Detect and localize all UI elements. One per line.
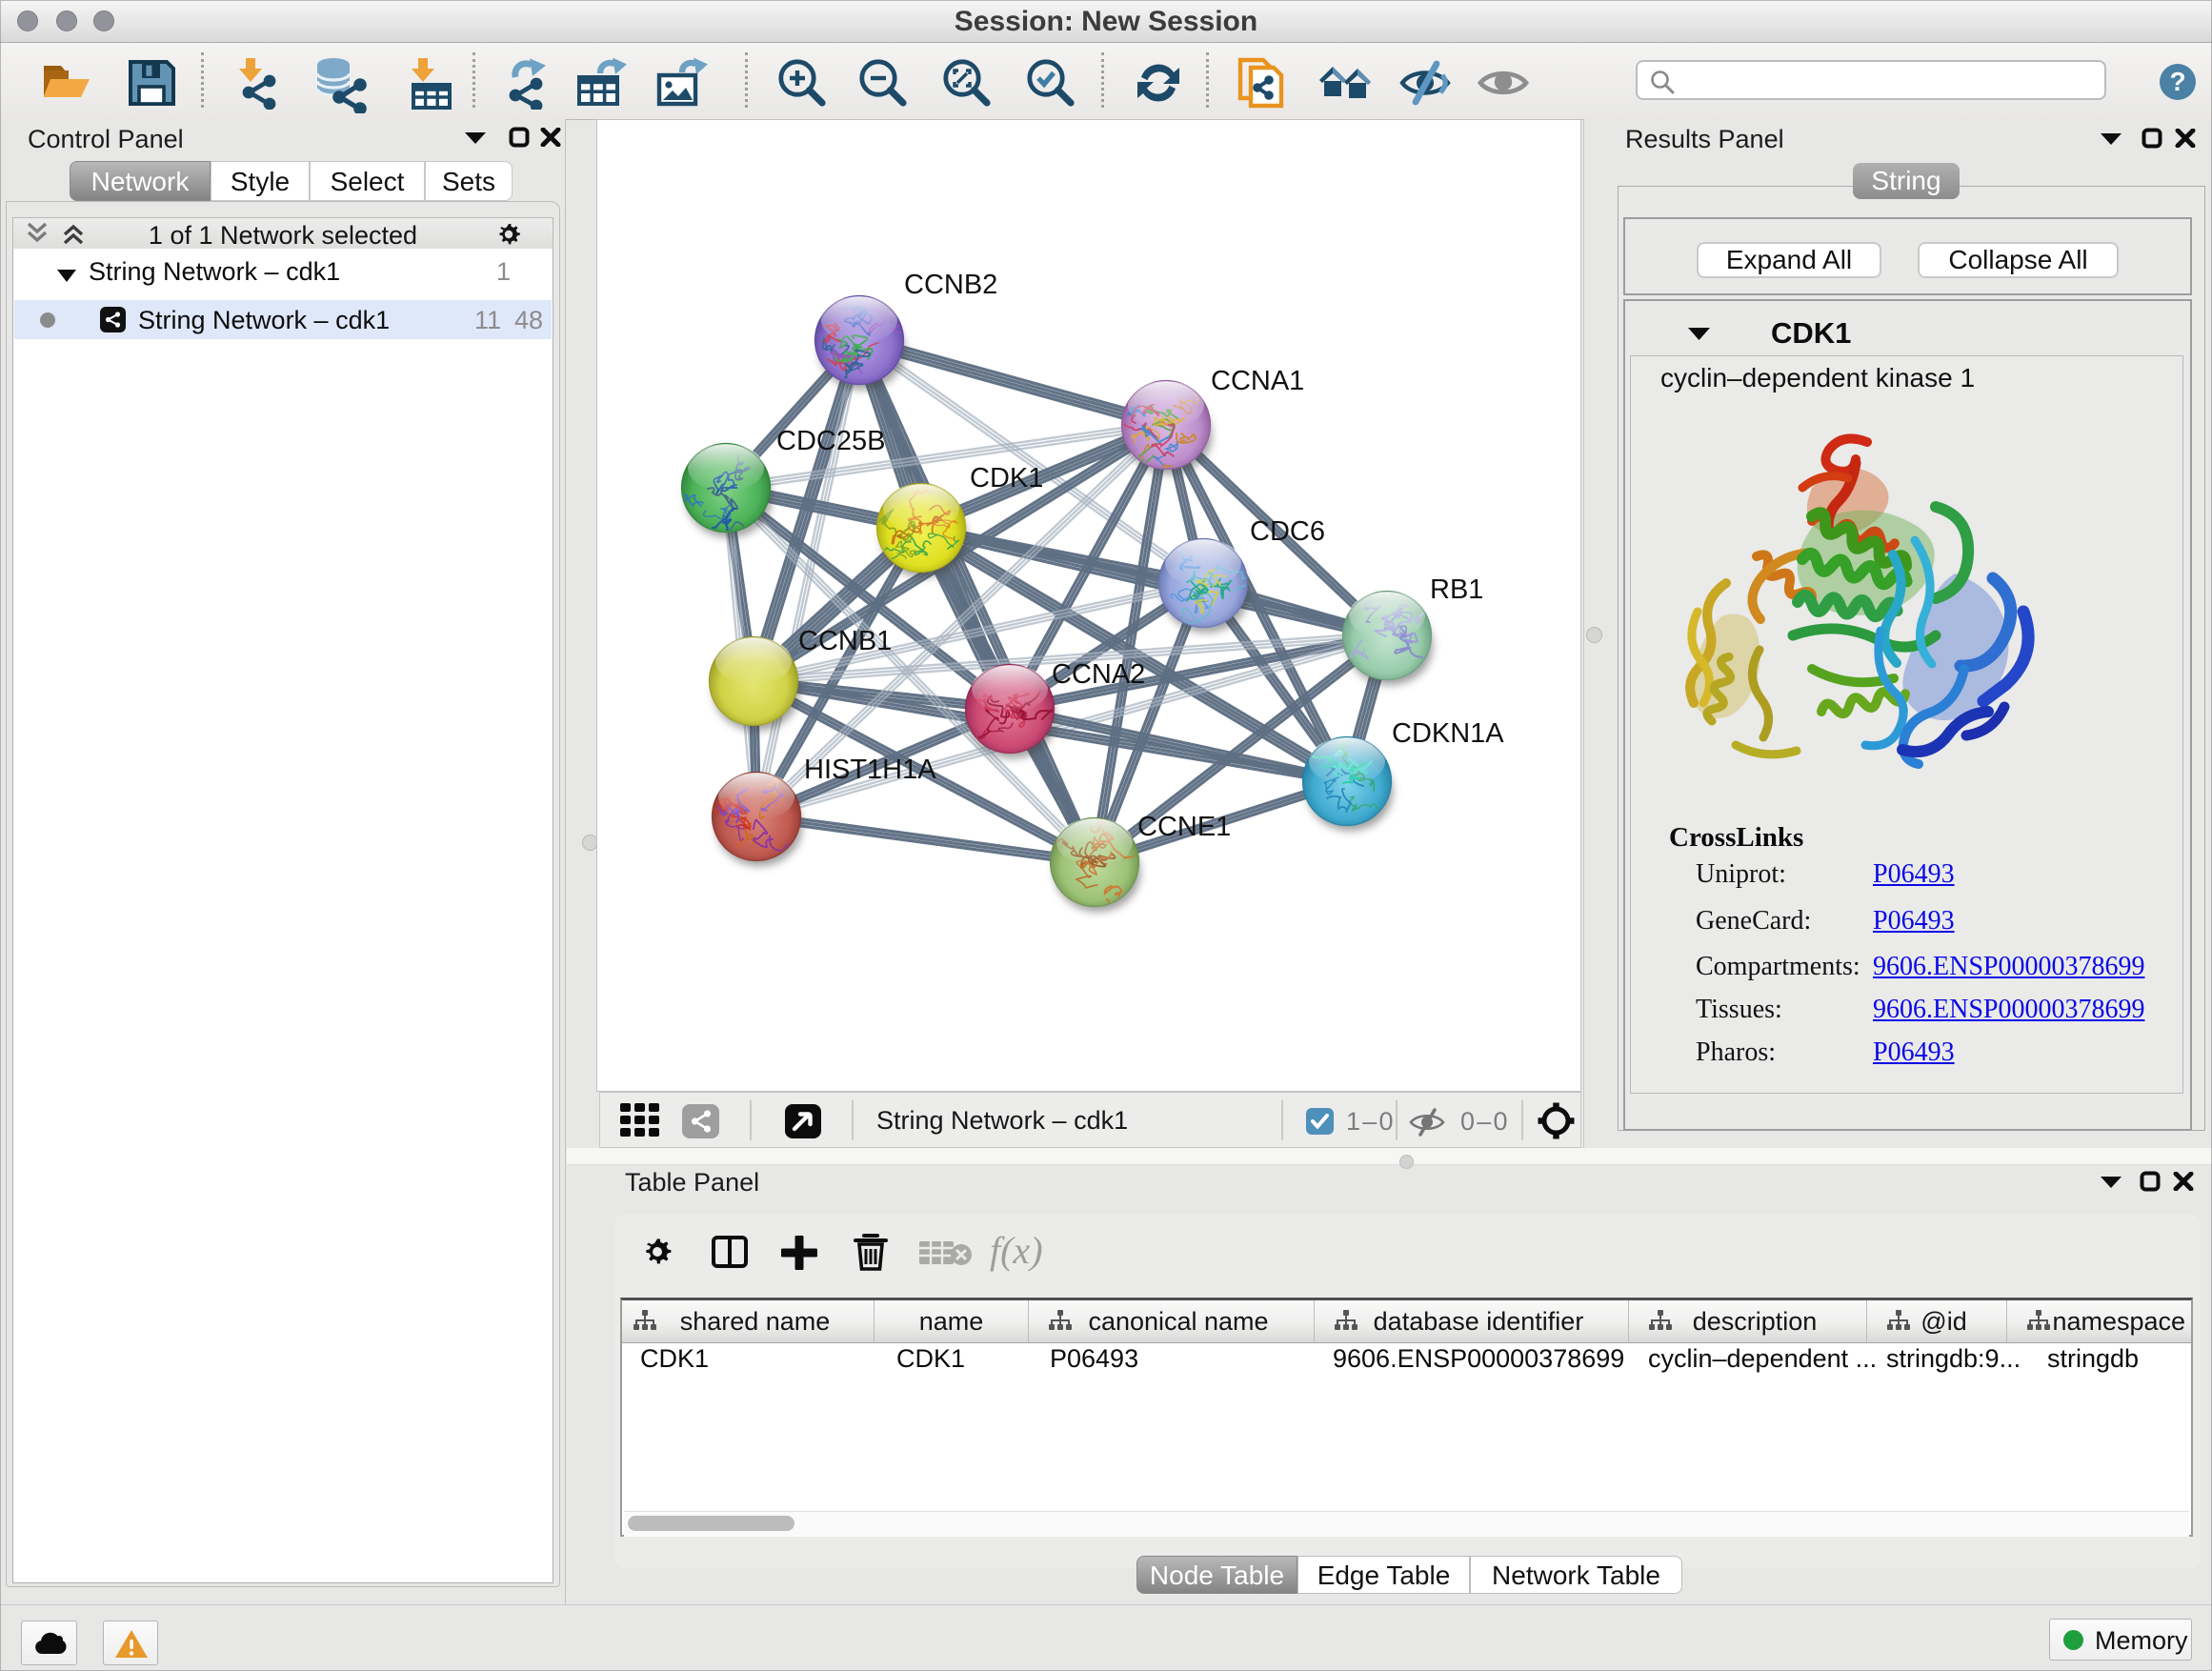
svg-text:HIST1H1A: HIST1H1A (804, 755, 936, 785)
svg-text:CCNA1: CCNA1 (1211, 366, 1304, 396)
svg-text:CCNB2: CCNB2 (904, 270, 997, 300)
svg-text:CCNA2: CCNA2 (1052, 659, 1145, 690)
svg-text:CCNE1: CCNE1 (1137, 812, 1231, 842)
svg-text:CDC25B: CDC25B (776, 426, 885, 456)
svg-text:CDKN1A: CDKN1A (1392, 718, 1504, 749)
svg-text:?: ? (2169, 67, 2185, 96)
svg-text:RB1: RB1 (1430, 574, 1483, 605)
svg-text:CCNB1: CCNB1 (798, 626, 892, 656)
svg-text:CDC6: CDC6 (1250, 516, 1325, 547)
svg-text:CDK1: CDK1 (970, 463, 1043, 493)
